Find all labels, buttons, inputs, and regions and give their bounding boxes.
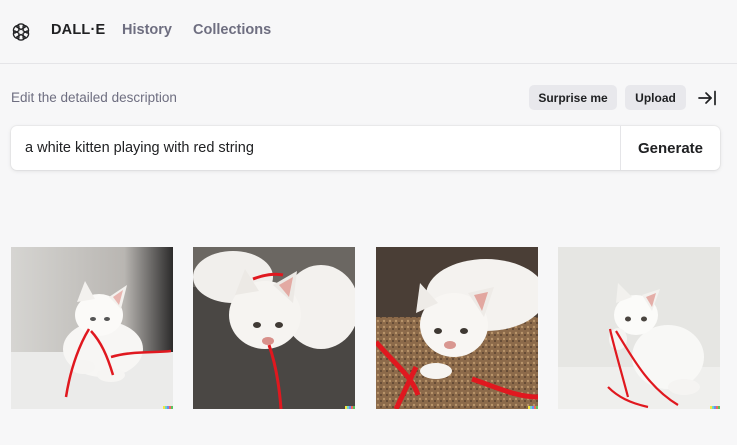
kitten-image	[376, 247, 538, 409]
result-image-1[interactable]	[11, 247, 173, 409]
result-image-3[interactable]	[376, 247, 538, 409]
upload-button[interactable]: Upload	[625, 85, 686, 110]
result-image-4[interactable]	[558, 247, 720, 409]
edit-description-label: Edit the detailed description	[11, 90, 177, 105]
dalle-signature	[528, 406, 538, 409]
kitten-image	[558, 247, 720, 409]
dalle-signature	[710, 406, 720, 409]
dalle-signature	[163, 406, 173, 409]
kitten-image	[193, 247, 355, 409]
prompt-input[interactable]	[11, 126, 620, 170]
openai-logo-icon[interactable]	[10, 21, 32, 43]
prompt-container: Generate	[11, 126, 720, 170]
top-navigation-bar: DALL·E History Collections	[0, 0, 737, 64]
kitten-image	[11, 247, 173, 409]
surprise-me-button[interactable]: Surprise me	[529, 85, 617, 110]
brand-title[interactable]: DALL·E	[51, 22, 105, 38]
nav-collections-link[interactable]: Collections	[193, 22, 271, 38]
nav-history-link[interactable]: History	[122, 22, 172, 38]
generate-button[interactable]: Generate	[621, 126, 720, 170]
dalle-signature	[345, 406, 355, 409]
result-image-2[interactable]	[193, 247, 355, 409]
arrow-right-to-bar-icon[interactable]	[697, 89, 717, 107]
